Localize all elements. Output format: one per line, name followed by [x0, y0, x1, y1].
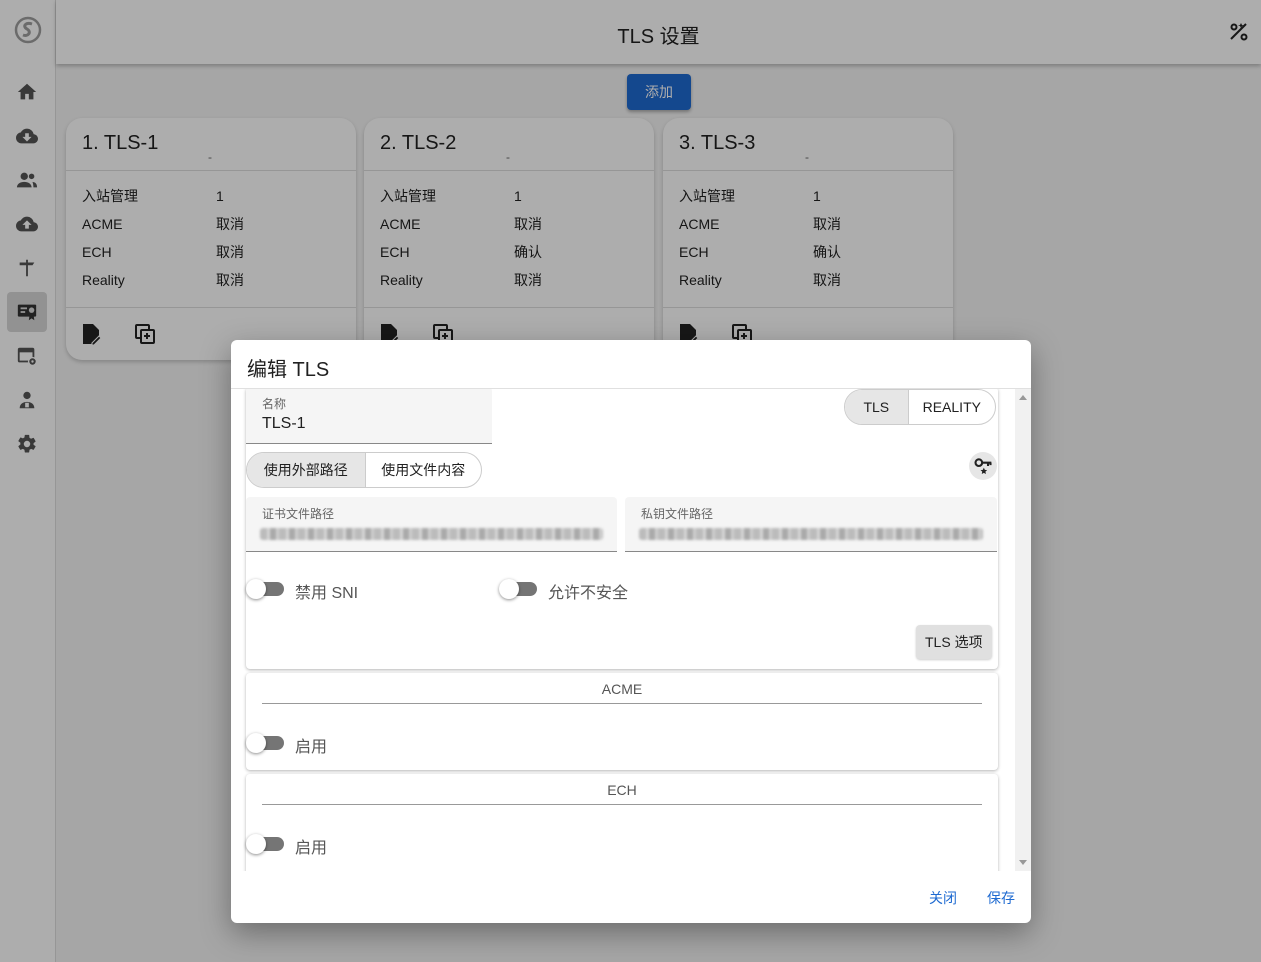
key-path-value-redacted — [639, 528, 983, 540]
key-icon — [974, 458, 992, 474]
dialog-actions: 关闭 保存 — [929, 888, 1015, 908]
close-button[interactable]: 关闭 — [929, 888, 957, 908]
key-path-field[interactable]: 私钥文件路径 — [625, 497, 997, 552]
divider — [262, 804, 982, 805]
allow-insecure-label: 允许不安全 — [548, 585, 629, 602]
acme-panel: ACME 启用 — [246, 673, 998, 770]
cert-path-value-redacted — [260, 528, 603, 540]
ech-enable-switch[interactable] — [246, 834, 286, 854]
type-toggle: TLS REALITY — [844, 389, 996, 425]
ech-panel: ECH 启用 — [246, 774, 998, 871]
dialog-title: 编辑 TLS — [247, 359, 330, 381]
type-option-tls[interactable]: TLS — [845, 390, 908, 424]
ech-title: ECH — [607, 782, 637, 798]
cert-path-label: 证书文件路径 — [262, 507, 335, 521]
ech-enable-label: 启用 — [295, 840, 328, 857]
edit-tls-dialog: 编辑 TLS 名称 TLS-1 TLS REALITY 使用外部路径 使用文件内… — [231, 340, 1031, 923]
name-value: TLS-1 — [262, 415, 306, 432]
switch-thumb — [246, 834, 266, 854]
switch-thumb — [246, 733, 266, 753]
dialog-scrollbar[interactable] — [1015, 389, 1031, 871]
name-label: 名称 — [262, 397, 287, 411]
divider — [262, 703, 982, 704]
name-field[interactable]: 名称 TLS-1 — [246, 389, 492, 444]
scroll-down-icon[interactable] — [1019, 860, 1027, 865]
dialog-body[interactable]: 名称 TLS-1 TLS REALITY 使用外部路径 使用文件内容 证书文件路… — [231, 389, 1031, 871]
type-option-reality[interactable]: REALITY — [907, 390, 995, 424]
acme-enable-switch[interactable] — [246, 733, 286, 753]
acme-title: ACME — [601, 681, 643, 697]
save-button[interactable]: 保存 — [987, 888, 1015, 908]
cert-path-field[interactable]: 证书文件路径 — [246, 497, 617, 552]
tls-options-button[interactable]: TLS 选项 — [916, 625, 992, 659]
key-path-label: 私钥文件路径 — [641, 507, 714, 521]
path-mode-external[interactable]: 使用外部路径 — [247, 453, 365, 487]
scroll-up-icon[interactable] — [1019, 395, 1027, 400]
generate-key-button[interactable] — [969, 452, 997, 480]
switch-thumb — [246, 579, 266, 599]
disable-sni-switch[interactable] — [246, 579, 286, 599]
path-mode-content[interactable]: 使用文件内容 — [364, 453, 482, 487]
tls-panel: 名称 TLS-1 TLS REALITY 使用外部路径 使用文件内容 证书文件路… — [246, 389, 998, 669]
acme-enable-label: 启用 — [295, 739, 328, 756]
switch-thumb — [499, 579, 519, 599]
path-mode-toggle: 使用外部路径 使用文件内容 — [246, 452, 482, 488]
allow-insecure-switch[interactable] — [499, 579, 539, 599]
disable-sni-label: 禁用 SNI — [295, 585, 359, 602]
